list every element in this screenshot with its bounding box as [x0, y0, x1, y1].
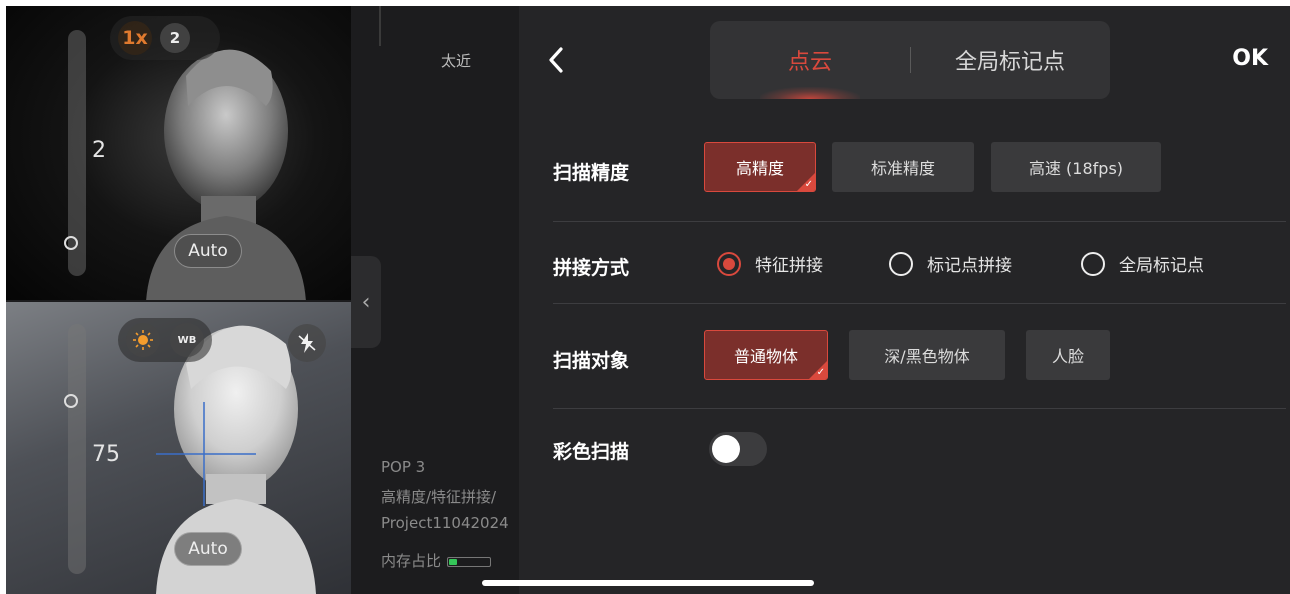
- tab-point-cloud[interactable]: 点云: [710, 21, 910, 99]
- precision-option-fast[interactable]: 高速 (18fps): [991, 142, 1161, 192]
- stitching-label: 拼接方式: [553, 257, 630, 279]
- precision-option-standard[interactable]: 标准精度: [832, 142, 974, 192]
- back-button[interactable]: [541, 42, 571, 78]
- memory-usage: 内存占比: [381, 550, 519, 571]
- radio-unselected-icon: [1081, 251, 1105, 276]
- color-scan-toggle[interactable]: [709, 432, 767, 466]
- distance-hint: 太近: [441, 52, 472, 70]
- brightness-slider-knob[interactable]: [64, 394, 78, 408]
- stitching-option-global-marker[interactable]: 全局标记点: [1081, 251, 1204, 276]
- memory-label: 内存占比: [381, 552, 442, 570]
- option-label: 特征拼接: [755, 256, 823, 276]
- option-label: 标记点拼接: [927, 256, 1012, 276]
- zoom-selector: 1x 2: [110, 16, 220, 60]
- precision-option-high[interactable]: 高精度 ✓: [704, 142, 816, 192]
- zoom-option-1x[interactable]: 1x: [118, 21, 152, 55]
- stitching-option-marker[interactable]: 标记点拼接: [889, 251, 1012, 276]
- auto-brightness-button[interactable]: Auto: [174, 532, 242, 566]
- memory-bar: [447, 556, 492, 567]
- ok-button[interactable]: OK: [1232, 46, 1268, 71]
- crosshair-icon: [156, 402, 256, 506]
- sun-icon: [133, 330, 153, 350]
- mode-summary: 高精度/特征拼接/: [381, 488, 497, 506]
- row-divider: [553, 303, 1286, 304]
- object-option-normal[interactable]: 普通物体 ✓: [704, 330, 828, 380]
- project-name: Project11042024: [381, 514, 509, 532]
- scanner-screen: 2 1x 2 Auto 75 WB Auto 太近 ‹ POP 3 高精度/特征…: [6, 6, 1290, 594]
- memory-bar-fill: [449, 558, 458, 565]
- radio-selected-icon: [717, 251, 741, 276]
- object-label: 扫描对象: [553, 350, 630, 372]
- scan-settings-panel: 点云 全局标记点 OK 扫描精度 高精度 ✓ 标准精度 高速 (18fps) 拼…: [519, 6, 1290, 594]
- precision-label: 扫描精度: [553, 162, 630, 184]
- auto-exposure-button[interactable]: Auto: [174, 234, 242, 268]
- exposure-value: 2: [92, 138, 106, 163]
- chevron-left-icon: ‹: [361, 289, 371, 315]
- exposure-slider-knob[interactable]: [64, 236, 78, 250]
- zoom-option-2x[interactable]: 2: [160, 23, 190, 53]
- chevron-left-icon: [549, 47, 563, 73]
- divider: [379, 6, 381, 46]
- brightness-button[interactable]: [126, 323, 160, 357]
- option-label: 全局标记点: [1119, 256, 1204, 276]
- status-strip: 太近 ‹ POP 3 高精度/特征拼接/ Project11042024 内存占…: [351, 6, 519, 594]
- collapse-preview-button[interactable]: ‹: [351, 256, 381, 348]
- row-divider: [553, 408, 1286, 409]
- row-divider: [553, 221, 1286, 222]
- option-label: 普通物体: [733, 347, 798, 366]
- flash-off-icon: [298, 333, 316, 353]
- tab-global-markers[interactable]: 全局标记点: [910, 21, 1110, 99]
- option-label: 高精度: [735, 159, 784, 178]
- object-option-dark[interactable]: 深/黑色物体: [849, 330, 1005, 380]
- camera-preview-color: 75 WB Auto: [6, 302, 351, 594]
- radio-unselected-icon: [889, 251, 913, 276]
- check-icon: ✓: [816, 367, 825, 378]
- mode-tabs: 点云 全局标记点: [710, 21, 1110, 99]
- white-balance-button[interactable]: WB: [170, 323, 204, 357]
- stitching-option-feature[interactable]: 特征拼接: [717, 251, 823, 276]
- brightness-value: 75: [92, 442, 120, 467]
- toggle-thumb: [712, 435, 740, 463]
- check-icon: ✓: [804, 179, 813, 190]
- color-scan-label: 彩色扫描: [553, 441, 630, 463]
- camera-preview-texture: 2 1x 2 Auto: [6, 6, 351, 300]
- camera-adjust-group: WB: [118, 318, 212, 362]
- home-indicator[interactable]: [482, 580, 814, 586]
- brightness-slider-track[interactable]: [68, 324, 86, 574]
- device-name: POP 3: [381, 458, 426, 476]
- object-option-face[interactable]: 人脸: [1026, 330, 1110, 380]
- flash-off-button[interactable]: [288, 324, 326, 362]
